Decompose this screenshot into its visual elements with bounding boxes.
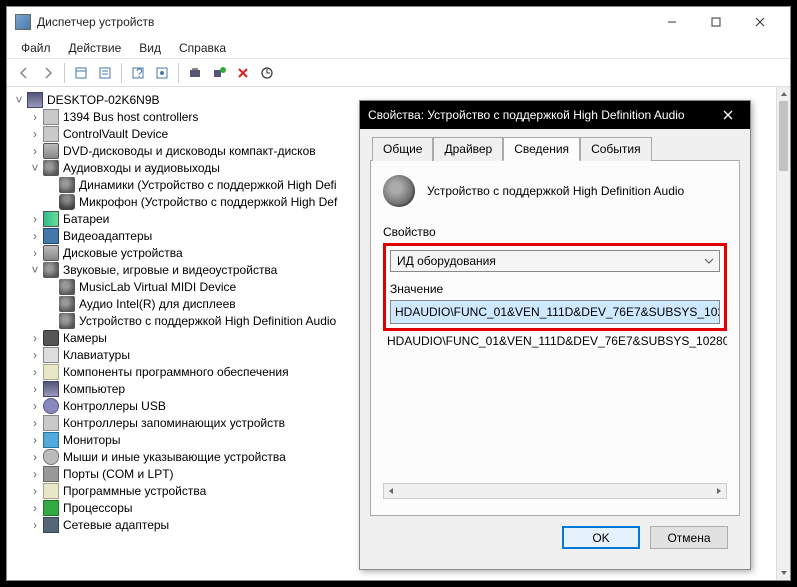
tool-show-hide-tree[interactable]	[70, 62, 92, 84]
toolbar: ?	[7, 59, 790, 87]
audio-icon	[43, 262, 59, 278]
component-icon	[43, 364, 59, 380]
tab-details[interactable]: Сведения	[503, 137, 580, 161]
property-selected: ИД оборудования	[397, 254, 496, 268]
scroll-left-icon[interactable]	[384, 484, 398, 498]
expand-icon[interactable]: ›	[29, 468, 41, 480]
battery-icon	[43, 211, 59, 227]
svg-text:?: ?	[136, 66, 143, 80]
tool-help[interactable]: ?	[127, 62, 149, 84]
dialog-titlebar: Свойства: Устройство с поддержкой High D…	[360, 101, 750, 129]
menu-action[interactable]: Действие	[61, 39, 130, 57]
hardware-id-row-1[interactable]: HDAUDIO\FUNC_01&VEN_111D&DEV_76E7&SUBSYS…	[391, 301, 719, 323]
highlight-box: ИД оборудования Значение HDAUDIO\FUNC_01…	[383, 243, 727, 331]
horizontal-scrollbar[interactable]	[383, 483, 727, 499]
scroll-right-icon[interactable]	[712, 484, 726, 498]
details-pane: Устройство с поддержкой High Definition …	[370, 161, 740, 516]
monitor-icon	[43, 432, 59, 448]
speaker-icon	[59, 296, 75, 312]
properties-dialog: Свойства: Устройство с поддержкой High D…	[359, 100, 751, 570]
expand-icon[interactable]: ›	[29, 519, 41, 531]
tab-events[interactable]: События	[580, 137, 652, 161]
tool-scan[interactable]	[184, 62, 206, 84]
keyboard-icon	[43, 347, 59, 363]
collapse-icon[interactable]: ˅	[13, 94, 25, 106]
firmware-icon	[43, 483, 59, 499]
tab-general[interactable]: Общие	[372, 137, 433, 161]
tool-add[interactable]	[208, 62, 230, 84]
scroll-thumb[interactable]	[779, 101, 788, 171]
speaker-icon	[59, 177, 75, 193]
scroll-up-icon[interactable]	[777, 87, 790, 101]
scroll-down-icon[interactable]	[777, 566, 790, 580]
expand-icon[interactable]: ›	[29, 349, 41, 361]
expand-icon[interactable]: ›	[29, 485, 41, 497]
mouse-icon	[43, 449, 59, 465]
dialog-close-button[interactable]	[714, 103, 742, 127]
controller-icon	[43, 415, 59, 431]
expand-icon[interactable]: ›	[29, 145, 41, 157]
speaker-icon	[59, 279, 75, 295]
tab-driver[interactable]: Драйвер	[433, 137, 503, 161]
disk-icon	[43, 245, 59, 261]
port-icon	[43, 466, 59, 482]
window-title: Диспетчер устройств	[37, 15, 650, 29]
computer-icon	[27, 92, 43, 108]
property-label: Свойство	[383, 225, 727, 239]
expand-icon[interactable]: ›	[29, 417, 41, 429]
expand-icon[interactable]: ›	[29, 434, 41, 446]
app-icon	[15, 14, 31, 30]
network-icon	[43, 517, 59, 533]
tool-forward[interactable]	[37, 62, 59, 84]
disc-icon	[43, 143, 59, 159]
collapse-icon[interactable]: ˅	[29, 264, 41, 276]
tool-back[interactable]	[13, 62, 35, 84]
menu-file[interactable]: Файл	[13, 39, 59, 57]
expand-icon[interactable]: ›	[29, 502, 41, 514]
dialog-title: Свойства: Устройство с поддержкой High D…	[368, 108, 714, 122]
expand-icon[interactable]: ›	[29, 111, 41, 123]
tool-properties[interactable]	[94, 62, 116, 84]
expand-icon[interactable]: ›	[29, 383, 41, 395]
device-icon	[43, 126, 59, 142]
ok-button[interactable]: OK	[562, 526, 640, 549]
expand-icon[interactable]: ›	[29, 451, 41, 463]
tool-sheet[interactable]	[151, 62, 173, 84]
close-button[interactable]	[738, 8, 782, 36]
dialog-tabs: Общие Драйвер Сведения События	[370, 137, 740, 161]
hardware-id-row-2[interactable]: HDAUDIO\FUNC_01&VEN_111D&DEV_76E7&SUBSYS…	[383, 331, 727, 353]
maximize-button[interactable]	[694, 8, 738, 36]
computer-icon	[43, 381, 59, 397]
device-icon	[43, 109, 59, 125]
microphone-icon	[59, 194, 75, 210]
device-name-label: Устройство с поддержкой High Definition …	[427, 184, 684, 198]
value-label: Значение	[390, 282, 720, 296]
minimize-button[interactable]	[650, 8, 694, 36]
expand-icon[interactable]: ›	[29, 400, 41, 412]
camera-icon	[43, 330, 59, 346]
expand-icon[interactable]: ›	[29, 128, 41, 140]
tool-remove[interactable]	[232, 62, 254, 84]
audio-icon	[43, 160, 59, 176]
speaker-icon	[59, 313, 75, 329]
cpu-icon	[43, 500, 59, 516]
display-icon	[43, 228, 59, 244]
device-large-icon	[383, 175, 415, 207]
expand-icon[interactable]: ›	[29, 366, 41, 378]
tool-update[interactable]	[256, 62, 278, 84]
collapse-icon[interactable]: ˅	[29, 162, 41, 174]
expand-icon[interactable]: ›	[29, 247, 41, 259]
expand-icon[interactable]: ›	[29, 332, 41, 344]
vertical-scrollbar[interactable]	[776, 87, 790, 580]
menu-view[interactable]: Вид	[131, 39, 169, 57]
property-combobox[interactable]: ИД оборудования	[390, 250, 720, 272]
menubar: Файл Действие Вид Справка	[7, 37, 790, 59]
usb-icon	[43, 398, 59, 414]
cancel-button[interactable]: Отмена	[650, 526, 728, 549]
titlebar: Диспетчер устройств	[7, 7, 790, 37]
menu-help[interactable]: Справка	[171, 39, 234, 57]
expand-icon[interactable]: ›	[29, 213, 41, 225]
chevron-down-icon	[703, 255, 715, 267]
expand-icon[interactable]: ›	[29, 230, 41, 242]
